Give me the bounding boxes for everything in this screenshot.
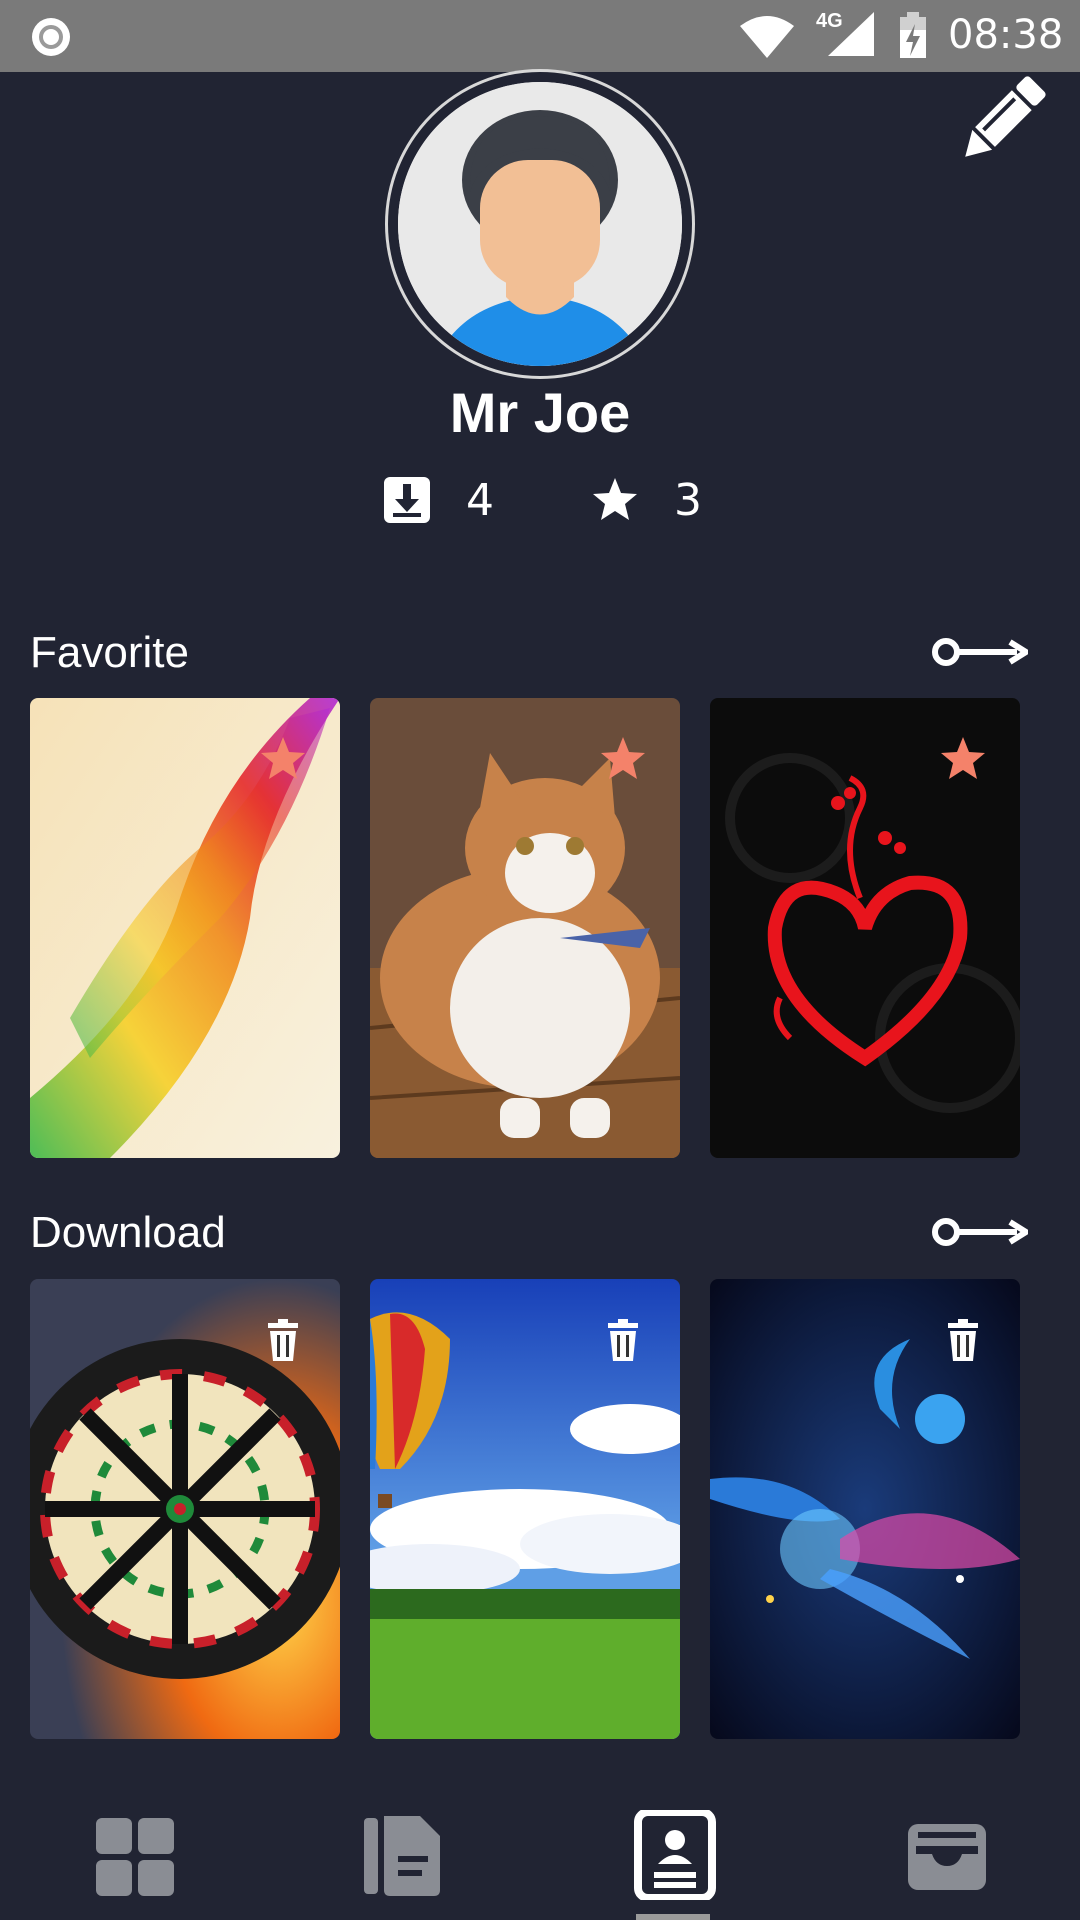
profile-name: Mr Joe	[449, 381, 631, 444]
document-icon	[364, 1816, 440, 1896]
trash-icon[interactable]	[258, 1315, 308, 1365]
favorite-item-cat[interactable]	[370, 698, 680, 1158]
signal-icon	[828, 12, 874, 56]
downloads-count: 4	[466, 474, 494, 526]
status-bar: 4G 08:38	[0, 0, 1080, 72]
downloads-stat: 4	[382, 470, 494, 530]
user-avatar-icon	[398, 82, 682, 366]
star-icon[interactable]	[258, 734, 308, 784]
favorite-see-all-arrow-icon[interactable]	[930, 632, 1028, 672]
nav-item-grid[interactable]	[92, 1810, 178, 1900]
favorite-item-rainbow[interactable]	[30, 698, 340, 1158]
active-tab-indicator	[636, 1914, 710, 1920]
pencil-icon[interactable]	[950, 68, 1054, 172]
nav-item-documents[interactable]	[360, 1810, 446, 1900]
trash-icon[interactable]	[598, 1315, 648, 1365]
grid-square	[96, 1818, 132, 1854]
star-icon[interactable]	[598, 734, 648, 784]
download-icon	[384, 477, 430, 523]
wifi-icon	[740, 16, 794, 58]
record-icon	[32, 18, 70, 56]
grid-square	[96, 1860, 132, 1896]
grid-square	[138, 1860, 174, 1896]
battery-charging-icon	[900, 12, 926, 58]
trash-icon[interactable]	[938, 1315, 988, 1365]
download-item-dartboard[interactable]	[30, 1279, 340, 1739]
favorite-item-heart[interactable]	[710, 698, 1020, 1158]
grid-icon	[96, 1818, 174, 1896]
download-item-balloon[interactable]	[370, 1279, 680, 1739]
favorites-stat: 3	[590, 470, 702, 530]
download-item-abstract[interactable]	[710, 1279, 1020, 1739]
star-icon[interactable]	[938, 734, 988, 784]
favorites-count: 3	[674, 474, 702, 526]
inbox-icon	[908, 1824, 986, 1890]
star-icon	[593, 478, 637, 520]
nav-item-profile[interactable]	[632, 1808, 718, 1902]
profile-card-icon	[634, 1808, 716, 1902]
bottom-nav	[0, 1786, 1080, 1920]
nav-item-inbox[interactable]	[904, 1810, 990, 1900]
download-see-all-arrow-icon[interactable]	[930, 1212, 1028, 1252]
favorite-section-title: Favorite	[30, 628, 189, 677]
avatar[interactable]	[388, 72, 692, 376]
download-section-title: Download	[30, 1208, 226, 1257]
status-time: 08:38	[948, 12, 1064, 58]
grid-square	[138, 1818, 174, 1854]
